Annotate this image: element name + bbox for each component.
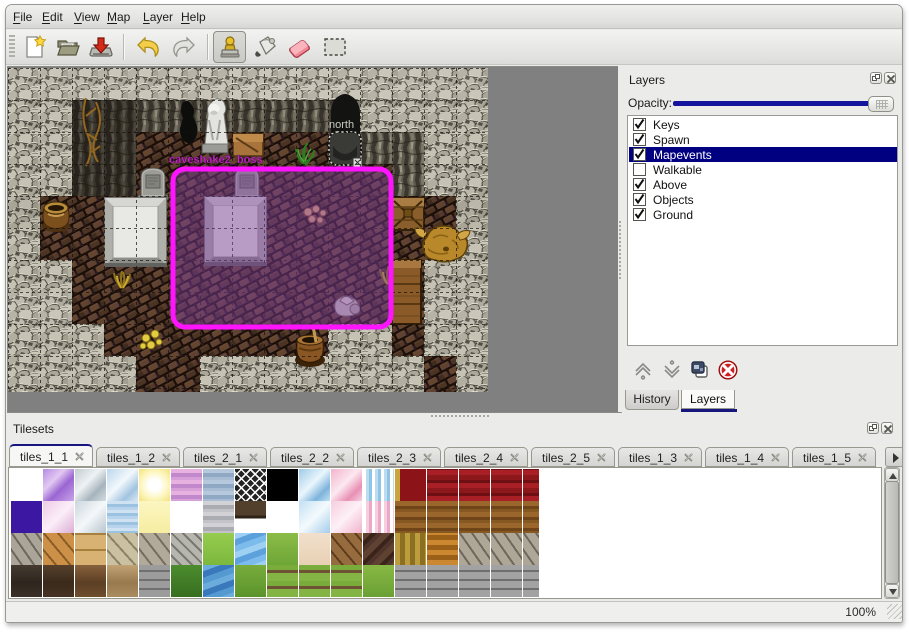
- svg-text:north: north: [329, 119, 354, 131]
- svg-text:caveshake2_boss: caveshake2_boss: [169, 154, 263, 166]
